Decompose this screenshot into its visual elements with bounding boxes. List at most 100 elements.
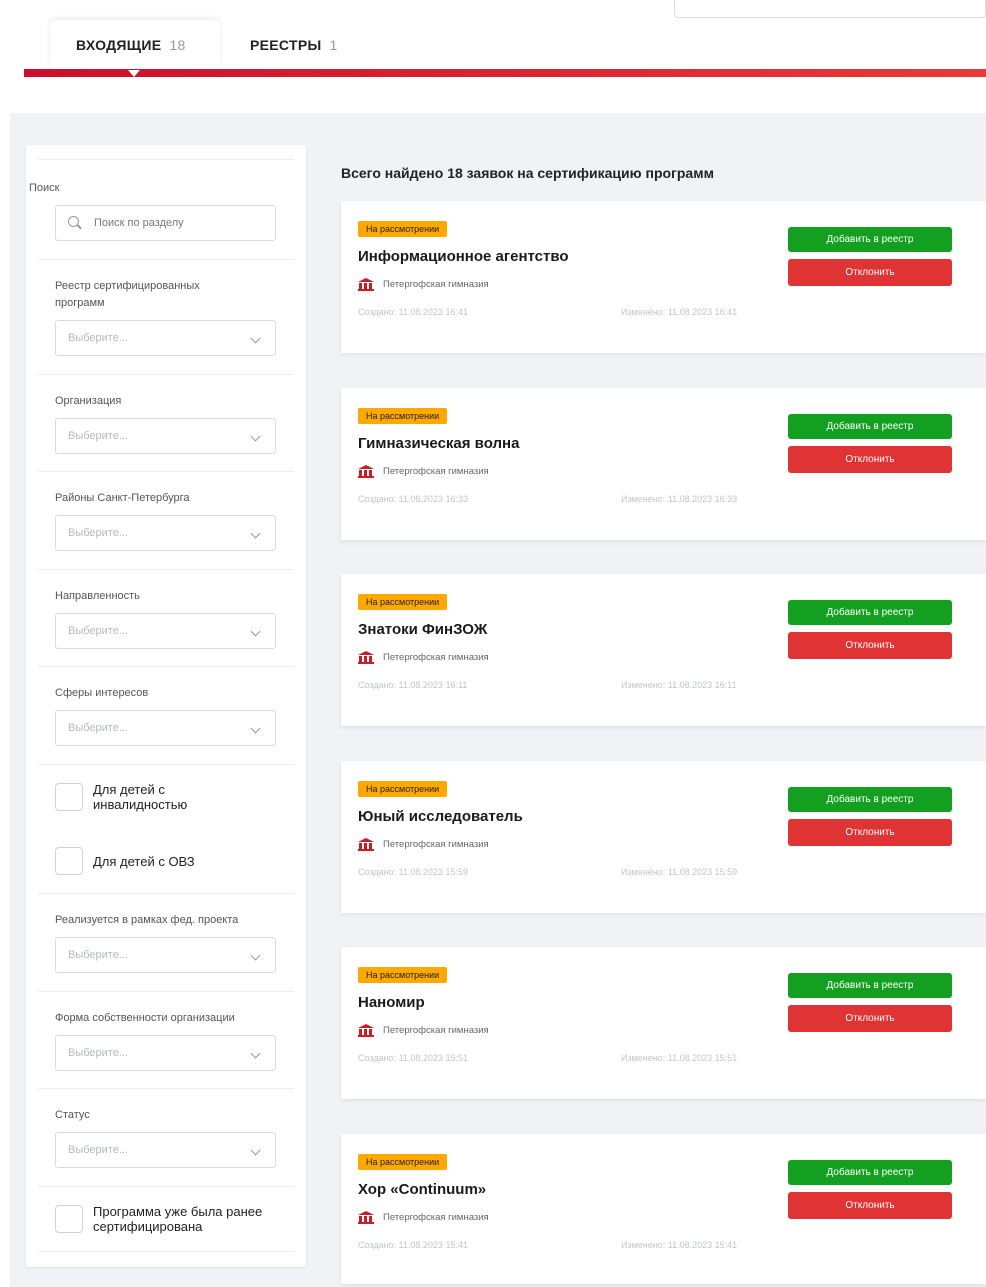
tab-underline-bar: [24, 69, 986, 77]
interests-select[interactable]: Выберите...: [55, 710, 276, 746]
direction-select[interactable]: Выберите...: [55, 613, 276, 649]
application-card: На рассмотрении Знатоки ФинЗОЖ Петергофс…: [341, 574, 986, 726]
fed-project-select-value: Выберите...: [68, 949, 129, 961]
add-to-registry-button[interactable]: Добавить в реестр: [788, 227, 952, 252]
add-to-registry-button[interactable]: Добавить в реестр: [788, 414, 952, 439]
changed-date: Изменено: 11.08.2023 16:41: [621, 307, 738, 317]
created-date: Создано: 11.08.2023 15:59: [358, 867, 468, 877]
reject-button[interactable]: Отклонить: [788, 259, 952, 286]
created-date: Создано: 11.08.2023 16:41: [358, 307, 468, 317]
divider: [38, 764, 294, 765]
chevron-down-icon: [250, 950, 261, 961]
add-to-registry-button[interactable]: Добавить в реестр: [788, 600, 952, 625]
ownership-select[interactable]: Выберите...: [55, 1035, 276, 1071]
chevron-down-icon: [250, 723, 261, 734]
organization-select-value: Выберите...: [68, 430, 129, 442]
application-card: На рассмотрении Хор «Continuum» Петергоф…: [341, 1134, 986, 1284]
chevron-down-icon: [250, 1048, 261, 1059]
created-date: Создано: 11.08.2023 16:11: [358, 680, 468, 690]
divider: [38, 1251, 294, 1252]
reject-button[interactable]: Отклонить: [788, 446, 952, 473]
fed-project-label: Реализуется в рамках фед. проекта: [55, 914, 239, 926]
status-badge: На рассмотрении: [358, 781, 448, 797]
tab-registries-count: 1: [329, 37, 338, 53]
changed-date: Изменено: 11.08.2023 15:41: [621, 1240, 738, 1250]
org-name: Петергофская гимназия: [383, 279, 489, 290]
chevron-down-icon: [250, 528, 261, 539]
card-title[interactable]: Юный исследователь: [358, 808, 523, 825]
direction-select-value: Выберите...: [68, 625, 129, 637]
tab-incoming[interactable]: ВХОДЯЩИЕ 18: [50, 20, 220, 77]
reject-button[interactable]: Отклонить: [788, 632, 952, 659]
tab-bar: ВХОДЯЩИЕ 18 РЕЕСТРЫ 1: [50, 20, 364, 77]
changed-date: Изменено: 11.08.2023 16:33: [621, 494, 738, 504]
districts-select-value: Выберите...: [68, 527, 129, 539]
card-organization: Петергофская гимназия: [358, 278, 489, 291]
certified-before-checkbox[interactable]: [55, 1205, 83, 1233]
divider: [38, 259, 294, 260]
card-organization: Петергофская гимназия: [358, 1211, 489, 1224]
tab-registries[interactable]: РЕЕСТРЫ 1: [220, 20, 364, 70]
institution-icon: [358, 1024, 374, 1037]
tab-incoming-count: 18: [169, 37, 186, 53]
filter-sidebar: [26, 145, 306, 1267]
created-date: Создано: 11.08.2023 16:33: [358, 494, 468, 504]
card-title[interactable]: Информационное агентство: [358, 248, 569, 265]
ownership-select-value: Выберите...: [68, 1047, 129, 1059]
interests-label: Сферы интересов: [55, 687, 149, 699]
disabled-children-checkbox[interactable]: [55, 783, 83, 811]
application-card: На рассмотрении Юный исследователь Петер…: [341, 761, 986, 913]
card-title[interactable]: Знатоки ФинЗОЖ: [358, 621, 487, 638]
org-name: Петергофская гимназия: [383, 1212, 489, 1223]
divider: [38, 991, 294, 992]
organization-select[interactable]: Выберите...: [55, 418, 276, 454]
created-date: Создано: 11.08.2023 15:41: [358, 1240, 468, 1250]
fed-project-select[interactable]: Выберите...: [55, 937, 276, 973]
add-to-registry-button[interactable]: Добавить в реестр: [788, 973, 952, 998]
reject-button[interactable]: Отклонить: [788, 1005, 952, 1032]
divider: [38, 893, 294, 894]
status-label: Статус: [55, 1109, 90, 1121]
ovz-checkbox[interactable]: [55, 847, 83, 875]
created-date: Создано: 11.08.2023 15:51: [358, 1053, 468, 1063]
card-organization: Петергофская гимназия: [358, 465, 489, 478]
org-name: Петергофская гимназия: [383, 839, 489, 850]
search-input[interactable]: Поиск по разделу: [55, 205, 276, 241]
organization-label: Организация: [55, 395, 122, 407]
org-name: Петергофская гимназия: [383, 466, 489, 477]
status-badge: На рассмотрении: [358, 967, 448, 983]
top-search-box[interactable]: [674, 0, 986, 18]
add-to-registry-button[interactable]: Добавить в реестр: [788, 787, 952, 812]
divider: [38, 374, 294, 375]
institution-icon: [358, 278, 374, 291]
divider: [38, 1186, 294, 1187]
status-badge: На рассмотрении: [358, 221, 448, 237]
divider: [38, 569, 294, 570]
registry-select-value: Выберите...: [68, 332, 129, 344]
districts-select[interactable]: Выберите...: [55, 515, 276, 551]
card-title[interactable]: Гимназическая волна: [358, 435, 519, 452]
application-card: На рассмотрении Информационное агентство…: [341, 201, 986, 353]
application-card: На рассмотрении Гимназическая волна Пете…: [341, 388, 986, 540]
chevron-down-icon: [250, 626, 261, 637]
tab-registries-label: РЕЕСТРЫ: [250, 37, 322, 53]
changed-date: Изменено: 11.08.2023 15:51: [621, 1053, 738, 1063]
status-badge: На рассмотрении: [358, 1154, 448, 1170]
card-organization: Петергофская гимназия: [358, 651, 489, 664]
direction-label: Направленность: [55, 590, 140, 602]
status-select[interactable]: Выберите...: [55, 1132, 276, 1168]
ovz-label: Для детей с ОВЗ: [93, 854, 195, 869]
changed-date: Изменено: 11.08.2023 15:59: [621, 867, 738, 877]
card-title[interactable]: Хор «Continuum»: [358, 1181, 486, 1198]
institution-icon: [358, 651, 374, 664]
add-to-registry-button[interactable]: Добавить в реестр: [788, 1160, 952, 1185]
changed-date: Изменено: 11.08.2023 16:11: [621, 680, 737, 690]
status-badge: На рассмотрении: [358, 594, 448, 610]
reject-button[interactable]: Отклонить: [788, 819, 952, 846]
chevron-down-icon: [250, 1145, 261, 1156]
divider: [38, 1088, 294, 1089]
registry-select[interactable]: Выберите...: [55, 320, 276, 356]
chevron-down-icon: [250, 431, 261, 442]
reject-button[interactable]: Отклонить: [788, 1192, 952, 1219]
card-title[interactable]: Наномир: [358, 994, 425, 1011]
